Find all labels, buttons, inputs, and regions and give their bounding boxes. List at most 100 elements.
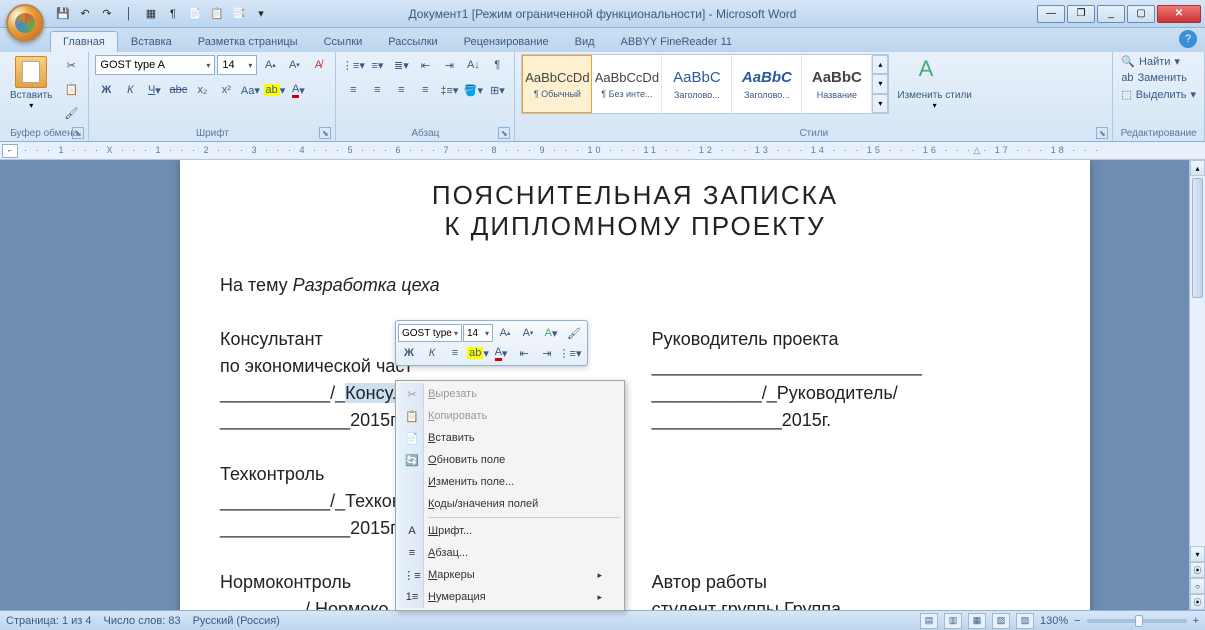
view-web-icon[interactable]: ▦ <box>968 613 986 629</box>
gallery-scroll[interactable]: ▴▾▾ <box>872 55 888 113</box>
mini-shrink-icon[interactable]: A▾ <box>517 323 539 343</box>
grow-font-icon[interactable]: A▴ <box>259 54 281 76</box>
align-center-icon[interactable]: ≡ <box>366 79 388 101</box>
sort-icon[interactable]: A↓ <box>462 54 484 76</box>
scroll-thumb[interactable] <box>1192 178 1203 298</box>
tab-insert[interactable]: Вставка <box>118 31 185 52</box>
qat-icon[interactable]: 📋 <box>208 5 226 23</box>
mini-inc-indent-icon[interactable]: ⇥ <box>536 343 558 363</box>
style-item[interactable]: AaBbCcDd¶ Обычный <box>522 55 592 113</box>
style-item[interactable]: AaBbCcDd¶ Без инте... <box>592 55 662 113</box>
mini-grow-icon[interactable]: A▴ <box>494 323 516 343</box>
qat-icon[interactable]: 📑 <box>230 5 248 23</box>
menu-item[interactable]: 📄Вставить <box>398 427 622 449</box>
mini-size-combo[interactable]: 14 ▾ <box>463 324 493 342</box>
qat-icon[interactable]: 📄 <box>186 5 204 23</box>
redo-icon[interactable]: ↷ <box>98 5 116 23</box>
justify-icon[interactable]: ≡ <box>414 79 436 101</box>
status-words[interactable]: Число слов: 83 <box>104 615 181 627</box>
restore-button[interactable]: ❐ <box>1067 5 1095 23</box>
scroll-down-icon[interactable]: ▾ <box>1190 546 1205 562</box>
menu-item[interactable]: 🔄Обновить поле <box>398 449 622 471</box>
help-icon[interactable]: ? <box>1179 30 1197 48</box>
copy-icon[interactable]: 📋 <box>60 78 82 100</box>
highlight-icon[interactable]: ab▾ <box>263 79 285 101</box>
qat-icon[interactable]: ¶ <box>164 5 182 23</box>
italic-icon[interactable]: К <box>119 79 141 101</box>
qat-icon[interactable]: ▦ <box>142 5 160 23</box>
undo-icon[interactable]: ↶ <box>76 5 94 23</box>
mini-center-icon[interactable]: ≡ <box>444 343 466 363</box>
mini-italic-icon[interactable]: К <box>421 343 443 363</box>
tab-home[interactable]: Главная <box>50 31 118 52</box>
scroll-up-icon[interactable]: ▴ <box>1190 160 1205 176</box>
mini-color-icon[interactable]: A▾ <box>490 343 512 363</box>
prev-page-icon[interactable]: ⦿ <box>1190 562 1205 578</box>
next-page-icon[interactable]: ⦿ <box>1190 594 1205 610</box>
style-item[interactable]: AaBbCНазвание <box>802 55 872 113</box>
minimize-button[interactable]: _ <box>1097 5 1125 23</box>
qat-dropdown-icon[interactable]: ▾ <box>252 5 270 23</box>
menu-item[interactable]: ⋮≡Маркеры▸ <box>398 564 622 586</box>
launcher-icon[interactable]: ⬊ <box>498 127 510 139</box>
tab-abbyy[interactable]: ABBYY FineReader 11 <box>608 31 746 52</box>
tab-review[interactable]: Рецензирование <box>451 31 562 52</box>
view-print-icon[interactable]: ▤ <box>920 613 938 629</box>
zoom-slider[interactable] <box>1087 619 1187 623</box>
mini-bullets-icon[interactable]: ⋮≡▾ <box>559 343 581 363</box>
dec-indent-icon[interactable]: ⇤ <box>414 54 436 76</box>
tab-view[interactable]: Вид <box>562 31 608 52</box>
save-icon[interactable]: 💾 <box>54 5 72 23</box>
shrink-font-icon[interactable]: A▾ <box>283 54 305 76</box>
style-item[interactable]: AaBbCЗаголово... <box>732 55 802 113</box>
font-size-combo[interactable]: 14▾ <box>217 55 257 75</box>
menu-item[interactable]: AШрифт... <box>398 520 622 542</box>
borders-icon[interactable]: ⊞▾ <box>486 79 508 101</box>
align-left-icon[interactable]: ≡ <box>342 79 364 101</box>
view-read-icon[interactable]: ▥ <box>944 613 962 629</box>
strike-icon[interactable]: abc <box>167 79 189 101</box>
style-item[interactable]: AaBbCЗаголово... <box>662 55 732 113</box>
inc-indent-icon[interactable]: ⇥ <box>438 54 460 76</box>
view-outline-icon[interactable]: ▧ <box>992 613 1010 629</box>
maximize-button[interactable]: ▢ <box>1127 5 1155 23</box>
mini-font-combo[interactable]: GOST type ▾ <box>398 324 462 342</box>
clear-format-icon[interactable]: A̸ <box>307 54 329 76</box>
find-button[interactable]: 🔍Найти ▾ <box>1119 54 1198 69</box>
font-color-icon[interactable]: A▾ <box>287 79 309 101</box>
ruler[interactable]: ⌐ · · · 1 · · · X · · · 1 · · · 2 · · · … <box>0 142 1205 160</box>
mini-bold-icon[interactable]: Ж <box>398 343 420 363</box>
launcher-icon[interactable]: ⬊ <box>319 127 331 139</box>
shading-icon[interactable]: 🪣▾ <box>462 79 484 101</box>
align-right-icon[interactable]: ≡ <box>390 79 412 101</box>
menu-item[interactable]: ≡Абзац... <box>398 542 622 564</box>
zoom-in-icon[interactable]: + <box>1193 615 1199 627</box>
cut-icon[interactable]: ✂ <box>60 54 82 76</box>
subscript-icon[interactable]: x₂ <box>191 79 213 101</box>
mini-highlight-icon[interactable]: ab▾ <box>467 343 489 363</box>
superscript-icon[interactable]: x² <box>215 79 237 101</box>
menu-item[interactable]: 1≡Нумерация▸ <box>398 586 622 608</box>
browse-icon[interactable]: ○ <box>1190 578 1205 594</box>
underline-icon[interactable]: Ч▾ <box>143 79 165 101</box>
numbering-icon[interactable]: ≡▾ <box>366 54 388 76</box>
launcher-icon[interactable]: ⬊ <box>1096 127 1108 139</box>
paste-button[interactable]: Вставить ▾ <box>6 54 56 112</box>
mini-painter-icon[interactable]: 🖌 <box>563 323 585 343</box>
select-button[interactable]: ⬚Выделить ▾ <box>1119 87 1198 102</box>
menu-item[interactable]: Коды/значения полей <box>398 493 622 515</box>
change-styles-button[interactable]: A Изменить стили ▾ <box>893 54 975 112</box>
launcher-icon[interactable]: ⬊ <box>72 127 84 139</box>
zoom-level[interactable]: 130% <box>1040 615 1068 627</box>
line-spacing-icon[interactable]: ‡≡▾ <box>438 79 460 101</box>
mini-dec-indent-icon[interactable]: ⇤ <box>513 343 535 363</box>
menu-item[interactable]: Изменить поле... <box>398 471 622 493</box>
bold-icon[interactable]: Ж <box>95 79 117 101</box>
format-painter-icon[interactable]: 🖌 <box>60 102 82 124</box>
close-button[interactable]: ✕ <box>1157 5 1201 23</box>
show-marks-icon[interactable]: ¶ <box>486 54 508 76</box>
tab-selector[interactable]: ⌐ <box>2 144 18 158</box>
minimize-button[interactable]: — <box>1037 5 1065 23</box>
tab-page-layout[interactable]: Разметка страницы <box>185 31 311 52</box>
vertical-scrollbar[interactable]: ▴ ▾ ⦿ ○ ⦿ <box>1189 160 1205 610</box>
